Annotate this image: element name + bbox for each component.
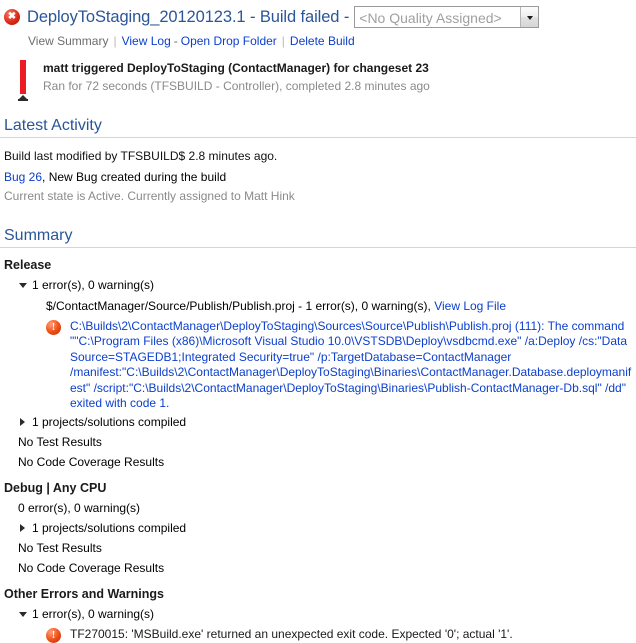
bug-row: Bug 26, New Bug created during the build (4, 165, 636, 186)
delete-build-link[interactable]: Delete Build (290, 34, 355, 48)
config-release-compiled: 1 projects/solutions compiled (32, 415, 187, 430)
red-status-bar (20, 60, 26, 94)
project-row-publish: $/ContactManager/Source/Publish/Publish.… (4, 294, 636, 315)
view-log-file-link[interactable]: View Log File (434, 299, 506, 313)
config-debug-compiled: 1 projects/solutions compiled (32, 521, 187, 536)
build-header: ✖ DeployToStaging_20120123.1 - Build fai… (0, 0, 636, 29)
trigger-text: matt triggered DeployToStaging (ContactM… (34, 60, 430, 95)
config-release-test-results: No Test Results (18, 435, 102, 450)
separator: | (281, 34, 285, 48)
other-errors-counts-row[interactable]: 1 error(s), 0 warning(s) (4, 603, 636, 623)
build-quality-select[interactable]: <No Quality Assigned> (354, 6, 540, 28)
config-release-coverage-results: No Code Coverage Results (18, 455, 165, 470)
config-title-release: Release (4, 258, 52, 272)
summary-title: Summary (4, 227, 73, 244)
collapse-triangle-icon[interactable] (18, 276, 32, 294)
project-text: $/ContactManager/Source/Publish/Publish.… (46, 299, 431, 313)
dash-separator: - (173, 34, 178, 48)
error-message-other: TF270015: 'MSBuild.exe' returned an unex… (70, 627, 513, 642)
latest-activity-title: Latest Activity (4, 117, 102, 134)
timeline-marker-icon (18, 95, 29, 101)
summary-body: Release 1 error(s), 0 warning(s) $/Conta… (0, 248, 636, 643)
collapse-triangle-icon[interactable] (18, 605, 32, 623)
trigger-summary: matt triggered DeployToStaging (ContactM… (43, 61, 429, 75)
build-quality-value: <No Quality Assigned> (359, 10, 502, 26)
config-debug-test-results: No Test Results (18, 541, 102, 556)
config-release-counts: 1 error(s), 0 warning(s) (32, 278, 155, 292)
config-debug-compiled-row[interactable]: 1 projects/solutions compiled (4, 517, 636, 537)
latest-activity-body: Build last modified by TFSBUILD$ 2.8 min… (0, 138, 636, 205)
trigger-duration: Ran for 72 seconds (TFSBUILD - Controlle… (43, 79, 430, 93)
build-trigger-block: matt triggered DeployToStaging (ContactM… (18, 60, 636, 101)
summary-heading: Summary (0, 227, 636, 248)
latest-activity-heading: Latest Activity (0, 117, 636, 138)
view-log-link[interactable]: View Log (122, 34, 171, 48)
config-release-compiled-row[interactable]: 1 projects/solutions compiled (4, 411, 636, 431)
build-title: DeployToStaging_20120123.1 - Build faile… (27, 7, 350, 26)
config-title-debug: Debug | Any CPU (4, 481, 107, 496)
command-links: View Summary | View Log - Open Drop Folder | D… (0, 29, 636, 48)
error-icon: ! (46, 628, 61, 643)
config-debug-coverage-results: No Code Coverage Results (18, 561, 165, 576)
status-bar-indicator (18, 60, 34, 101)
open-drop-folder-link[interactable]: Open Drop Folder (181, 34, 277, 48)
other-errors-counts: 1 error(s), 0 warning(s) (32, 607, 155, 622)
bug-description: , New Bug created during the build (42, 170, 227, 184)
build-failed-icon: ✖ (4, 9, 20, 25)
error-row-publish: ! C:\Builds\2\ContactManager\DeployToSta… (4, 315, 636, 411)
expand-triangle-icon[interactable] (18, 413, 32, 431)
other-errors-title: Other Errors and Warnings (4, 587, 164, 602)
separator: | (113, 34, 117, 48)
config-debug-counts: 0 error(s), 0 warning(s) (18, 501, 141, 516)
view-summary-current: View Summary (28, 34, 109, 48)
expand-triangle-icon[interactable] (18, 519, 32, 537)
chevron-down-icon[interactable] (520, 7, 539, 27)
error-message-publish[interactable]: C:\Builds\2\ContactManager\DeployToStagi… (61, 319, 636, 411)
config-release-counts-row[interactable]: 1 error(s), 0 warning(s) (4, 274, 636, 294)
build-last-modified: Build last modified by TFSBUILD$ 2.8 min… (4, 149, 278, 163)
build-summary-page: ✖ DeployToStaging_20120123.1 - Build fai… (0, 0, 636, 643)
error-row-other: ! TF270015: 'MSBuild.exe' returned an un… (4, 623, 636, 643)
error-icon: ! (46, 320, 61, 335)
bug-link[interactable]: Bug 26 (4, 170, 42, 184)
bug-state: Current state is Active. Currently assig… (4, 189, 295, 203)
